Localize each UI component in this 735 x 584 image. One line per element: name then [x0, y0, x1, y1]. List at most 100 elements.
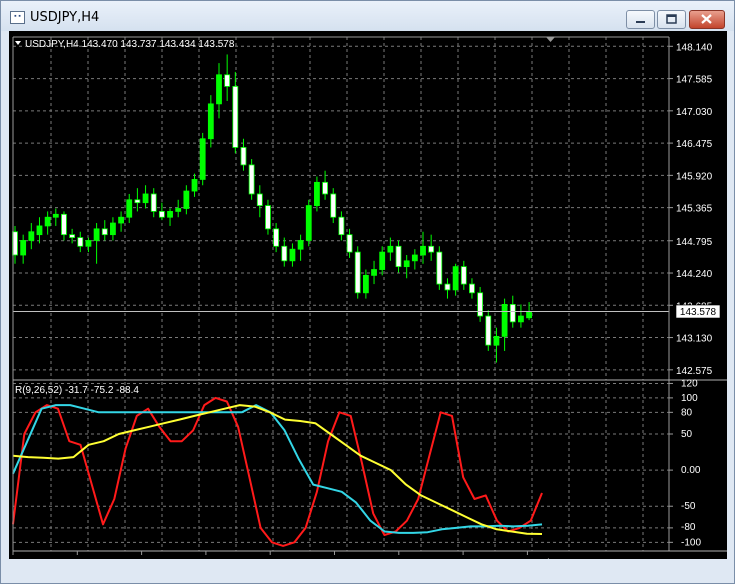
candle-body — [142, 193, 149, 204]
time-tick-label: 25 Jun 20:00 — [336, 558, 394, 559]
candle-body — [411, 254, 418, 262]
indicator-tick-label: -50 — [681, 501, 696, 512]
indicator-tick-label: -80 — [681, 522, 696, 533]
chart-area[interactable]: USDJPY,H4 143.470 143.737 143.434 143.57… — [9, 31, 727, 559]
candle-body — [518, 315, 524, 323]
candle-body — [289, 248, 296, 262]
title-bar[interactable]: ▪▪ USDJPY,H4 — [1, 1, 734, 31]
candle-body — [69, 234, 76, 238]
chart-background — [9, 31, 727, 559]
candle-body — [101, 228, 108, 236]
indicator-tick-label: 80 — [681, 407, 693, 418]
candle-body — [330, 193, 337, 218]
candle-body — [444, 283, 451, 291]
candle-body — [20, 240, 27, 256]
candle-body — [110, 222, 116, 236]
candle-body — [232, 86, 239, 148]
candle-body — [158, 211, 165, 218]
candle-body — [379, 251, 386, 270]
indicator-tick-label: -100 — [681, 537, 701, 548]
candle-body — [207, 103, 214, 140]
candle-body — [248, 164, 255, 195]
window-title: USDJPY,H4 — [30, 10, 100, 25]
candle-body — [224, 74, 231, 87]
minimize-icon — [636, 21, 645, 23]
candle-body — [469, 283, 475, 294]
candle-body — [93, 228, 100, 241]
price-tick-label: 144.795 — [676, 237, 713, 248]
time-tick-label: 23 Jun 04:00 — [207, 558, 265, 559]
time-tick-label: 19 Jun 20:00 — [143, 558, 201, 559]
candle-body — [452, 266, 459, 291]
indicator-tick-label: 50 — [681, 429, 693, 440]
candle-body — [44, 216, 51, 227]
candle-body — [273, 228, 280, 247]
candle-body — [52, 213, 59, 218]
price-legend: USDJPY,H4 143.470 143.737 143.434 143.57… — [25, 39, 235, 50]
indicator-tick-label: 120 — [681, 378, 698, 389]
time-tick-label: 24 Jun 12:00 — [271, 558, 329, 559]
candle-body — [371, 269, 377, 276]
time-tick-label: 30 Jun 12:00 — [464, 558, 522, 559]
candle-body — [403, 260, 410, 268]
price-tick-label: 143.130 — [676, 334, 713, 345]
time-tick-label: 27 Jun 04:00 — [400, 558, 458, 559]
candle-body — [126, 199, 133, 218]
candle-body — [183, 190, 190, 209]
time-tick-label: 18 Jun 12:00 — [78, 558, 136, 559]
candle-body — [509, 304, 516, 323]
candle-body — [420, 245, 426, 256]
close-button[interactable] — [689, 10, 725, 29]
candle-body — [256, 193, 263, 206]
time-tick-label: 17 Jun 2025 — [14, 558, 69, 559]
price-tick-label: 146.475 — [676, 139, 713, 150]
candle-body — [36, 225, 43, 236]
candle-body — [436, 251, 443, 285]
indicator-tick-label: 100 — [681, 393, 698, 404]
candle-body — [362, 274, 369, 294]
minimize-button[interactable] — [626, 10, 655, 29]
candle-body — [314, 181, 320, 206]
candle-body — [28, 231, 35, 241]
chart-window-icon: ▪▪ — [10, 11, 25, 24]
candle-body — [216, 74, 222, 105]
price-tick-label: 145.365 — [676, 204, 713, 215]
candle-body — [485, 315, 492, 346]
candle-body — [85, 240, 92, 247]
candle-body — [387, 245, 394, 253]
candle-body — [460, 266, 467, 285]
close-icon — [701, 14, 712, 24]
price-tick-label: 147.030 — [676, 107, 713, 118]
maximize-icon — [666, 14, 677, 24]
price-tick-label: 145.920 — [676, 171, 713, 182]
candle-body — [297, 240, 304, 250]
candle-body — [265, 205, 271, 230]
candle-body — [395, 245, 402, 268]
candle-body — [477, 292, 484, 317]
candle-body — [240, 147, 247, 166]
candle-body — [61, 213, 67, 236]
price-tick-label: 148.140 — [676, 42, 713, 53]
candle-body — [338, 216, 345, 236]
candle-body — [191, 179, 198, 192]
price-tick-label: 147.585 — [676, 75, 713, 86]
indicator-tick-label: 0.00 — [681, 465, 701, 476]
candle-body — [354, 251, 361, 294]
price-tick-label: 144.240 — [676, 269, 713, 280]
candle-body — [77, 237, 84, 247]
candle-body — [134, 199, 141, 204]
candle-body — [305, 205, 312, 241]
candle-body — [150, 193, 157, 212]
price-tick-label: 142.575 — [676, 366, 713, 377]
candle-body — [428, 245, 435, 253]
current-price-label: 143.578 — [680, 307, 717, 318]
candle-body — [281, 245, 288, 262]
indicator-legend: R(9,26,52) -31.7 -75.2 -88.4 — [15, 385, 139, 396]
candle-body — [118, 216, 124, 224]
candle-body — [175, 208, 182, 212]
candle-body — [501, 304, 508, 337]
maximize-button[interactable] — [657, 10, 686, 29]
candle-body — [322, 181, 328, 195]
candle-body — [346, 234, 353, 253]
time-tick-label: 1 Jul 20:00 — [528, 558, 577, 559]
